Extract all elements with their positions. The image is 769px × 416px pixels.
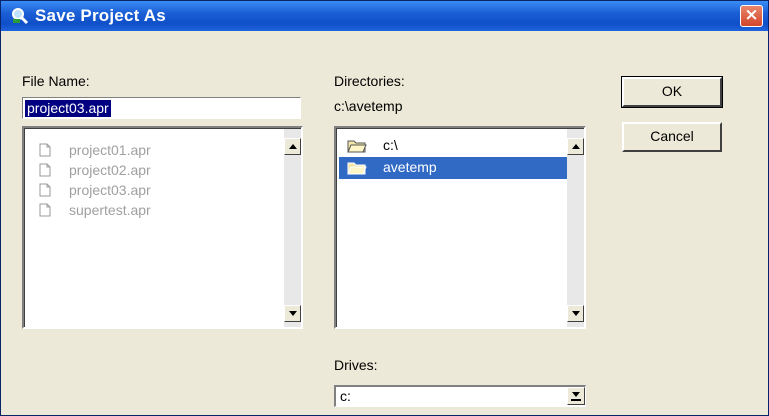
directory-item-avetemp[interactable]: avetemp [339,157,569,179]
file-name-value: project03.apr [25,100,111,117]
close-button[interactable]: × [740,5,763,27]
directory-name: avetemp [383,159,437,175]
scroll-up-button[interactable] [567,138,584,155]
arrow-down-icon [289,311,297,316]
file-name: project02.apr [69,162,151,178]
title-bar[interactable]: Save Project As × [1,1,768,31]
file-name-label: File Name: [22,73,90,89]
scroll-up-button[interactable] [284,138,301,155]
directory-list[interactable]: c:\ avetemp [334,126,586,329]
search-icon [12,8,29,25]
save-project-dialog: Save Project As × File Name: project03.a… [0,0,769,416]
close-icon: × [744,5,759,25]
arrow-up-icon [289,144,297,149]
cancel-button[interactable]: Cancel [622,122,722,152]
document-icon [39,143,51,157]
arrow-up-icon [572,144,580,149]
directories-label: Directories: [334,73,405,89]
scroll-down-button[interactable] [567,305,584,322]
directory-item-root[interactable]: c:\ [339,135,569,157]
drives-dropdown-button[interactable] [567,387,585,405]
open-folder-icon [347,140,367,153]
dialog-title: Save Project As [35,6,166,25]
current-directory-path: c:\avetemp [334,98,403,114]
drives-label: Drives: [334,357,378,373]
document-icon [39,183,51,197]
file-name: supertest.apr [69,202,151,218]
directory-name: c:\ [383,137,398,153]
file-list[interactable]: project01.apr project02.apr project03.ap… [22,126,303,329]
document-icon [39,163,51,177]
open-folder-icon [347,162,367,175]
chevron-down-icon [572,392,580,397]
file-name: project01.apr [69,142,151,158]
file-name: project03.apr [69,182,151,198]
directory-list-scrollbar[interactable] [567,129,584,327]
scroll-down-button[interactable] [284,305,301,322]
drives-select[interactable]: c: [334,385,586,407]
file-name-input[interactable]: project03.apr [22,97,301,119]
file-list-scrollbar[interactable] [284,129,301,327]
ok-button[interactable]: OK [621,76,723,108]
arrow-down-icon [572,311,580,316]
drives-value: c: [340,388,351,404]
document-icon [39,203,51,217]
